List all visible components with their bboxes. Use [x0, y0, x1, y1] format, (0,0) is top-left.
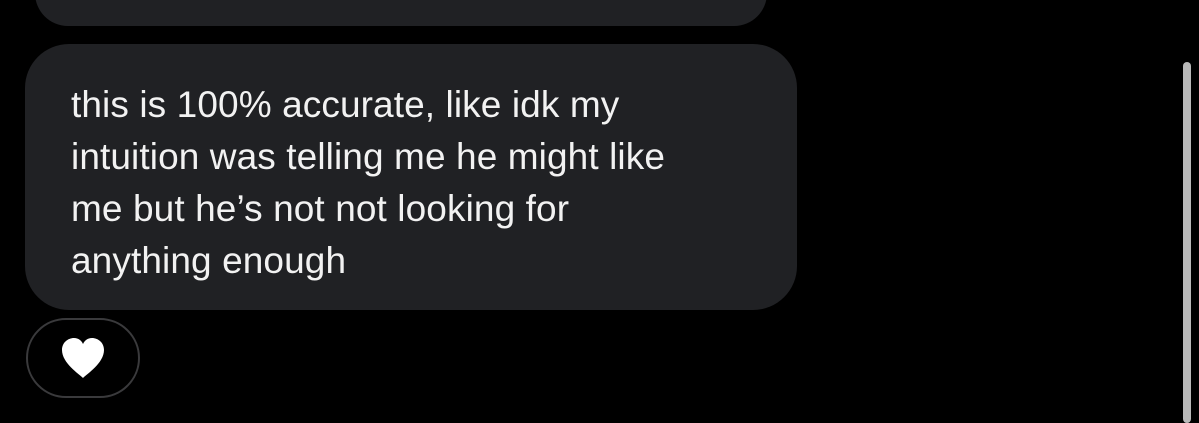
message-bubble[interactable]: this is 100% accurate, like idk my intui…: [25, 44, 797, 310]
previous-message-bubble[interactable]: [35, 0, 767, 26]
reaction-pill[interactable]: [26, 318, 140, 398]
scrollbar[interactable]: [1183, 62, 1191, 423]
white-heart-icon: [62, 338, 104, 378]
message-text: this is 100% accurate, like idk my intui…: [71, 84, 666, 281]
